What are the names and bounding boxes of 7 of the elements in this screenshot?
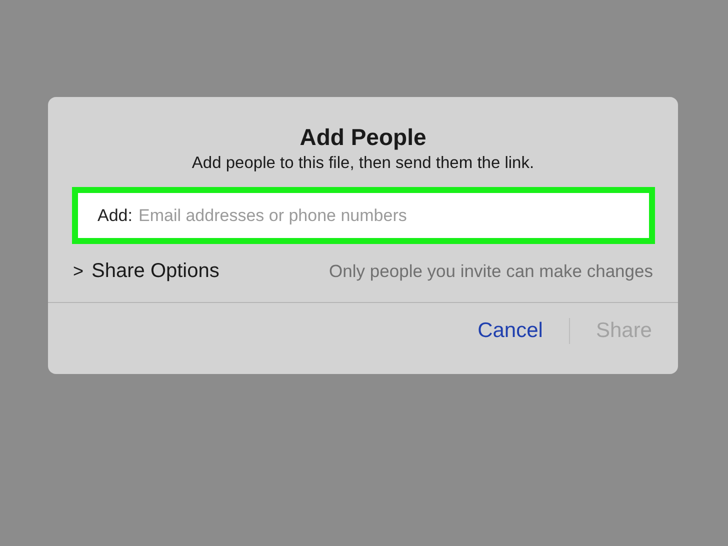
dialog-button[interactable]: Cancel	[478, 317, 543, 345]
recipient-input[interactable]: Email addresses or phone numbers	[138, 206, 538, 226]
dialog-title: Add People	[300, 123, 426, 151]
field-label: Add:	[98, 206, 132, 226]
share-options-toggle[interactable]: > Share Options	[73, 260, 220, 283]
dialog-subtitle: Add people to this file, then send them the link.	[192, 153, 534, 173]
share-note: Only people you invite can make changes	[329, 261, 653, 282]
